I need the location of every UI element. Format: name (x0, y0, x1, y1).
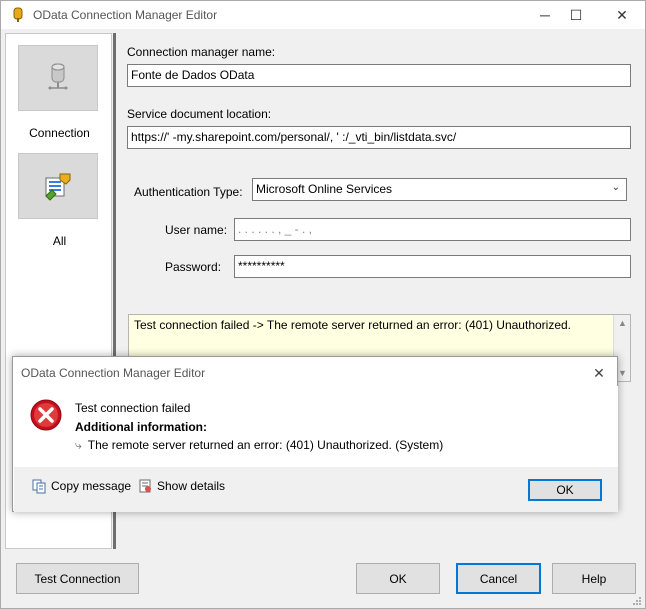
dialog-ok-button[interactable]: OK (528, 479, 602, 501)
chevron-down-icon: ⌄ (611, 182, 620, 193)
dialog-footer: Copy message Show details OK (14, 467, 618, 512)
database-icon (48, 63, 68, 90)
window-title: OData Connection Manager Editor (33, 8, 218, 22)
test-connection-button[interactable]: Test Connection (16, 563, 139, 594)
auth-type-select[interactable]: Microsoft Online Services ⌄ (252, 178, 627, 201)
main-window: OData Connection Manager Editor ─ ☐ ✕ Co… (0, 0, 646, 609)
title-bar[interactable]: OData Connection Manager Editor ─ ☐ ✕ (1, 1, 645, 29)
copy-message-link[interactable]: Copy message (31, 478, 131, 494)
nav-label-connection: Connection (29, 126, 90, 140)
properties-icon (45, 173, 71, 201)
maximize-button[interactable]: ☐ (556, 1, 596, 29)
copy-icon (32, 479, 46, 494)
scroll-up-icon[interactable]: ▲ (618, 318, 627, 328)
auth-type-value: Microsoft Online Services (256, 182, 393, 196)
cancel-button[interactable]: Cancel (456, 563, 541, 594)
copy-message-label: Copy message (51, 479, 132, 493)
detail-text: The remote server returned an error: (40… (87, 438, 444, 452)
scroll-down-icon[interactable]: ▼ (618, 368, 627, 378)
detail-line: ⤷ The remote server returned an error: (4… (75, 438, 443, 453)
user-name-label: User name: (165, 223, 228, 237)
error-icon (30, 399, 62, 431)
resize-grip-icon[interactable] (632, 596, 642, 606)
ok-button[interactable]: OK (356, 563, 440, 594)
help-button[interactable]: Help (552, 563, 636, 594)
test-result-text: Test connection failed -> The remote ser… (134, 318, 572, 332)
password-input[interactable]: ********** (234, 255, 631, 278)
password-label: Password: (165, 260, 222, 274)
details-icon (139, 479, 151, 493)
app-icon (13, 7, 23, 22)
nav-item-connection[interactable] (18, 45, 98, 111)
dialog-close-button[interactable]: ✕ (587, 361, 611, 385)
dialog-body: Test connection failed Additional inform… (14, 386, 618, 468)
additional-info-label: Additional information: (75, 420, 207, 434)
tree-arrow-icon: ⤷ (75, 438, 82, 452)
show-details-link[interactable]: Show details (137, 478, 225, 494)
connection-name-input[interactable]: Fonte de Dados OData (127, 64, 631, 87)
user-name-input[interactable]: . . . . . . , _ - . , (234, 218, 631, 241)
nav-item-all[interactable] (18, 153, 98, 219)
error-dialog: OData Connection Manager Editor ✕ Test c… (12, 356, 618, 512)
connection-name-label: Connection manager name: (127, 45, 276, 59)
dialog-title: OData Connection Manager Editor (21, 366, 206, 380)
dialog-message: Test connection failed (75, 401, 191, 415)
service-document-input[interactable]: https://' -my.sharepoint.com/personal/, … (127, 126, 631, 149)
nav-label-all: All (52, 234, 67, 248)
show-details-label: Show details (157, 479, 226, 493)
close-button[interactable]: ✕ (602, 1, 642, 29)
service-document-label: Service document location: (127, 107, 272, 121)
auth-type-label: Authentication Type: (134, 185, 243, 199)
